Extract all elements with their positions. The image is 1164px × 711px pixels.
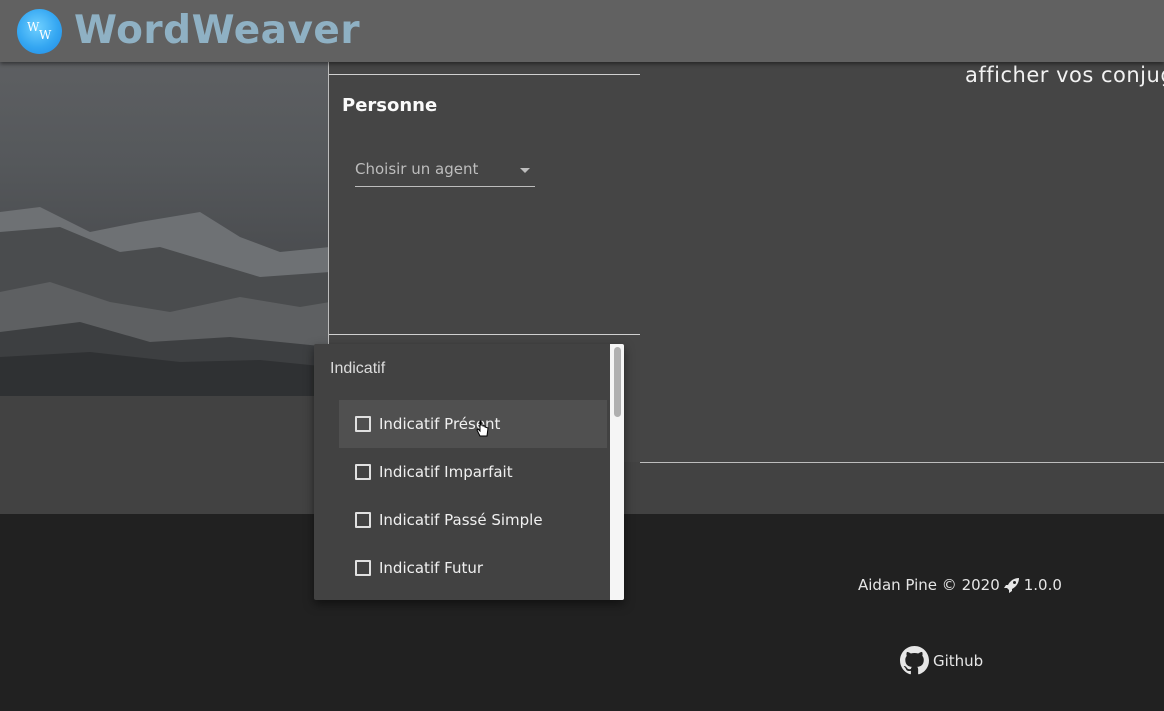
github-link[interactable]: Github <box>900 646 983 675</box>
person-panel-title: Personne <box>342 95 438 116</box>
checkbox-icon[interactable] <box>355 464 371 480</box>
logo-icon[interactable]: W W <box>17 9 62 54</box>
hand-cursor-icon <box>476 420 489 437</box>
checkbox-icon[interactable] <box>355 512 371 528</box>
results-panel: afficher vos conjug <box>640 62 1164 463</box>
copyright-text: Aidan Pine © 2020 <box>858 576 1000 594</box>
logo-letter-1: W <box>27 20 40 34</box>
menu-item-label: Indicatif Passé Simple <box>379 511 543 529</box>
divider <box>329 334 641 335</box>
tense-dropdown-menu[interactable]: Indicatif Indicatif Présent Indicatif Im… <box>314 344 624 600</box>
dropdown-arrow-icon[interactable] <box>520 168 530 173</box>
menu-item-indicatif-present[interactable]: Indicatif Présent <box>339 400 607 448</box>
menu-item-label: Indicatif Imparfait <box>379 463 513 481</box>
github-icon[interactable] <box>900 646 929 675</box>
menu-item-indicatif-imparfait[interactable]: Indicatif Imparfait <box>339 448 607 496</box>
agent-select-placeholder: Choisir un agent <box>355 160 479 178</box>
menu-scrollbar[interactable] <box>610 344 624 600</box>
brand-title[interactable]: WordWeaver <box>74 8 360 53</box>
footer-copyright: Aidan Pine © 2020 1.0.0 <box>858 576 1062 594</box>
menu-group-label: Indicatif <box>330 360 386 377</box>
agent-select[interactable]: Choisir un agent <box>355 160 535 187</box>
menu-scrollbar-thumb[interactable] <box>614 347 621 417</box>
mountain-image <box>0 207 330 396</box>
results-hint-text: afficher vos conjug <box>965 63 1164 87</box>
rocket-icon <box>1003 578 1019 593</box>
version-text: 1.0.0 <box>1023 576 1062 594</box>
app-bar: W W WordWeaver <box>0 0 1164 62</box>
menu-item-indicatif-futur[interactable]: Indicatif Futur <box>339 544 607 592</box>
logo-letter-2: W <box>39 28 52 42</box>
checkbox-icon[interactable] <box>355 560 371 576</box>
divider <box>329 74 641 75</box>
checkbox-icon[interactable] <box>355 416 371 432</box>
menu-item-label: Indicatif Futur <box>379 559 484 577</box>
github-label[interactable]: Github <box>933 652 983 670</box>
menu-item-indicatif-passe-simple[interactable]: Indicatif Passé Simple <box>339 496 607 544</box>
